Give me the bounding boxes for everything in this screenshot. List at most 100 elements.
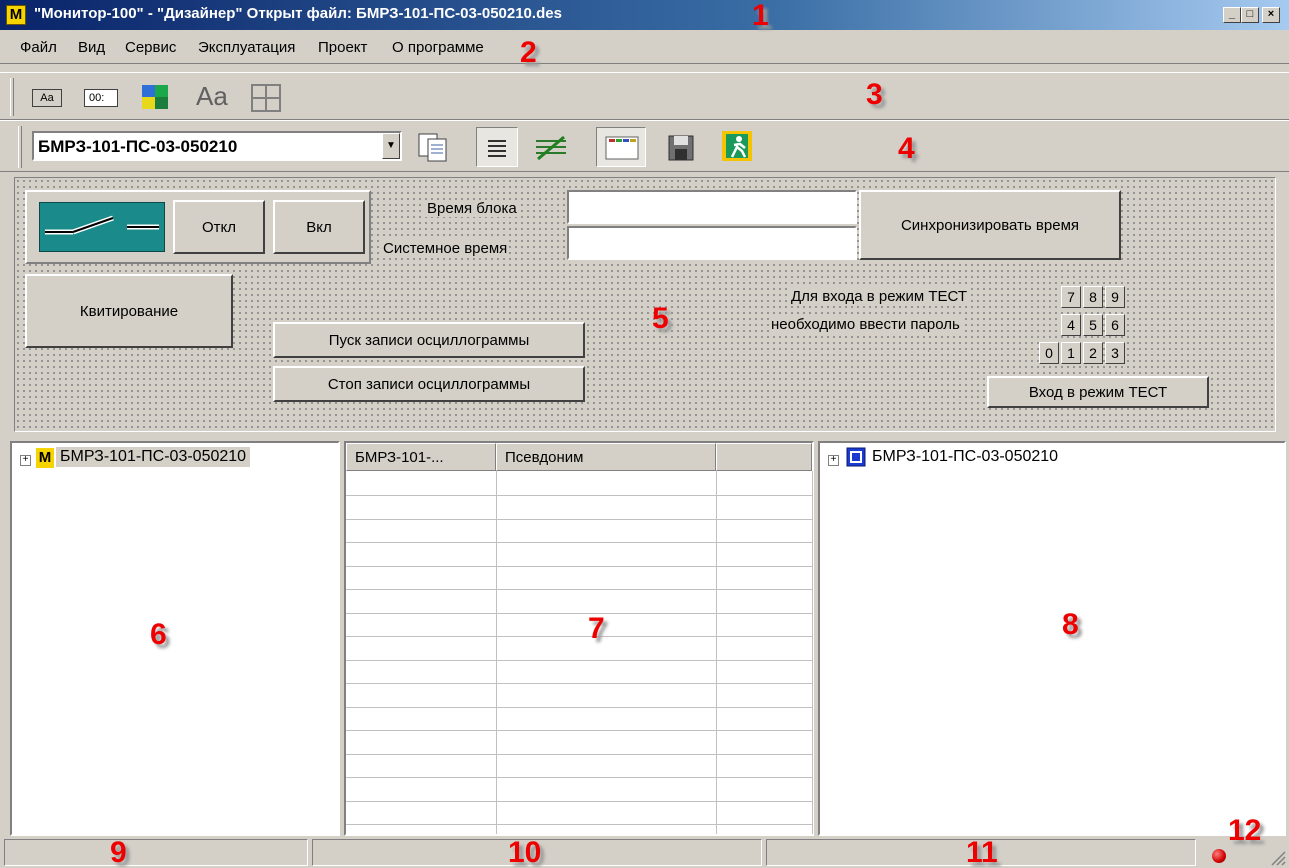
tree-node-label[interactable]: БМРЗ-101-ПС-03-050210	[872, 448, 1058, 466]
acknowledge-button[interactable]: Квитирование	[25, 274, 233, 348]
system-time-field[interactable]	[567, 226, 857, 260]
dot-grid-toggle[interactable]	[476, 127, 518, 167]
callout-1: 1	[752, 0, 769, 32]
callout-7: 7	[588, 612, 605, 645]
callout-12: 12	[1228, 814, 1262, 847]
test-hint-line2: необходимо ввести пароль	[769, 316, 962, 333]
menu-project[interactable]: Проект	[318, 39, 367, 56]
block-time-field[interactable]	[567, 190, 857, 224]
keypad-key-9[interactable]: 9	[1105, 286, 1125, 308]
table-row	[346, 565, 812, 567]
tree-expander[interactable]: +	[828, 455, 839, 466]
font-aa-icon[interactable]: Aa	[196, 81, 228, 112]
keypad-key-5[interactable]: 5	[1083, 314, 1103, 336]
dot-grid-icon	[488, 140, 506, 157]
table-row	[346, 753, 812, 755]
keypad-key-2[interactable]: 2	[1083, 342, 1103, 364]
close-icon: ×	[1267, 8, 1275, 20]
title-bar[interactable]: M "Монитор-100" - "Дизайнер" Открыт файл…	[0, 0, 1289, 30]
exit-door-icon[interactable]	[720, 129, 754, 163]
table-row	[346, 518, 812, 520]
window-panel-toggle[interactable]	[596, 127, 646, 167]
device-block-icon	[846, 447, 866, 467]
toolbar-grip[interactable]	[10, 78, 14, 116]
keypad-key-6[interactable]: 6	[1105, 314, 1125, 336]
osc-stop-button[interactable]: Стоп записи осциллограммы	[273, 366, 585, 402]
table-row	[346, 706, 812, 708]
signal-grid-pane[interactable]: БМРЗ-101-... Псевдоним	[344, 441, 814, 836]
keypad-key-0[interactable]: 0	[1039, 342, 1059, 364]
off-button[interactable]: Откл	[173, 200, 265, 254]
callout-8: 8	[1062, 608, 1079, 641]
minimize-button[interactable]: _	[1223, 7, 1241, 23]
maximize-icon: □	[1246, 8, 1254, 20]
osc-start-button[interactable]: Пуск записи осциллограммы	[273, 322, 585, 358]
main-window: M "Монитор-100" - "Дизайнер" Открыт файл…	[0, 0, 1289, 868]
device-tree-pane[interactable]: + БМРЗ-101-ПС-03-050210	[818, 441, 1286, 836]
callout-4: 4	[898, 132, 915, 165]
keypad-key-8[interactable]: 8	[1083, 286, 1103, 308]
window-panel-icon	[605, 136, 639, 160]
system-time-label: Системное время	[381, 240, 510, 257]
grid-column-line	[496, 471, 497, 834]
grid-layout-icon[interactable]	[250, 83, 282, 113]
callout-6: 6	[150, 618, 167, 651]
table-row	[346, 777, 812, 778]
monitor-m-icon: M	[36, 448, 54, 468]
chevron-down-icon[interactable]: ▼	[382, 133, 400, 159]
switch-group: Откл Вкл	[25, 190, 371, 264]
keypad-key-1[interactable]: 1	[1061, 342, 1081, 364]
hatched-grid-icon[interactable]	[534, 135, 568, 161]
menu-operation[interactable]: Эксплуатация	[198, 39, 295, 56]
tree-node-label[interactable]: БМРЗ-101-ПС-03-050210	[56, 447, 251, 467]
callout-5: 5	[652, 302, 669, 335]
breaker-switch-icon	[39, 202, 165, 252]
table-row	[346, 730, 812, 731]
device-select-value: БМРЗ-101-ПС-03-050210	[38, 137, 238, 156]
table-row	[346, 612, 812, 614]
label-aa-icon[interactable]: Aa	[32, 89, 62, 107]
keypad-key-7[interactable]: 7	[1061, 286, 1081, 308]
callout-10: 10	[508, 836, 542, 868]
on-button[interactable]: Вкл	[273, 200, 365, 254]
color-palette-icon[interactable]	[140, 83, 170, 111]
table-row	[346, 659, 812, 661]
horizontal-splitter[interactable]	[0, 433, 1289, 441]
close-button[interactable]: ×	[1262, 7, 1280, 23]
grid-header-cell-extra[interactable]	[716, 443, 812, 471]
grid-column-line	[716, 471, 717, 834]
save-floppy-icon[interactable]	[666, 133, 696, 163]
app-icon: M	[6, 5, 26, 25]
menu-file[interactable]: Файл	[20, 39, 57, 56]
test-hint-line1: Для входа в режим ТЕСТ	[789, 288, 969, 305]
table-row	[346, 495, 812, 496]
toolbar-components: Aa 00: Aa	[0, 72, 1289, 120]
grid-header-cell-device[interactable]: БМРЗ-101-...	[346, 443, 496, 471]
device-select[interactable]: БМРЗ-101-ПС-03-050210 ▼	[32, 131, 402, 161]
control-panel: Откл Вкл Время блока Системное время Син…	[14, 177, 1276, 432]
maximize-button[interactable]: □	[1241, 7, 1259, 23]
toolbar-main: БМРЗ-101-ПС-03-050210 ▼	[0, 120, 1289, 172]
keypad-key-4[interactable]: 4	[1061, 314, 1081, 336]
sync-time-button[interactable]: Синхронизировать время	[859, 190, 1121, 260]
table-row	[346, 542, 812, 543]
grid-header-cell-alias[interactable]: Псевдоним	[496, 443, 716, 471]
toolbar-grip[interactable]	[18, 126, 22, 168]
tree-expander[interactable]: +	[20, 455, 31, 466]
project-tree-pane[interactable]: + M БМРЗ-101-ПС-03-050210	[10, 441, 340, 836]
time-field-icon[interactable]: 00:	[84, 89, 118, 107]
callout-3: 3	[866, 78, 883, 111]
table-row	[346, 824, 812, 825]
copy-pages-icon[interactable]	[416, 131, 450, 163]
menu-service[interactable]: Сервис	[125, 39, 176, 56]
menu-view[interactable]: Вид	[78, 39, 105, 56]
resize-grip-icon[interactable]	[1268, 848, 1286, 866]
enter-test-mode-button[interactable]: Вход в режим ТЕСТ	[987, 376, 1209, 408]
menu-bar: Файл Вид Сервис Эксплуатация Проект О пр…	[0, 30, 1289, 64]
callout-2: 2	[520, 36, 537, 69]
grid-column-line	[812, 471, 813, 834]
keypad-key-3[interactable]: 3	[1105, 342, 1125, 364]
menu-about[interactable]: О программе	[392, 39, 484, 56]
minimize-icon: _	[1228, 8, 1236, 20]
window-title: "Монитор-100" - "Дизайнер" Открыт файл: …	[34, 5, 562, 22]
